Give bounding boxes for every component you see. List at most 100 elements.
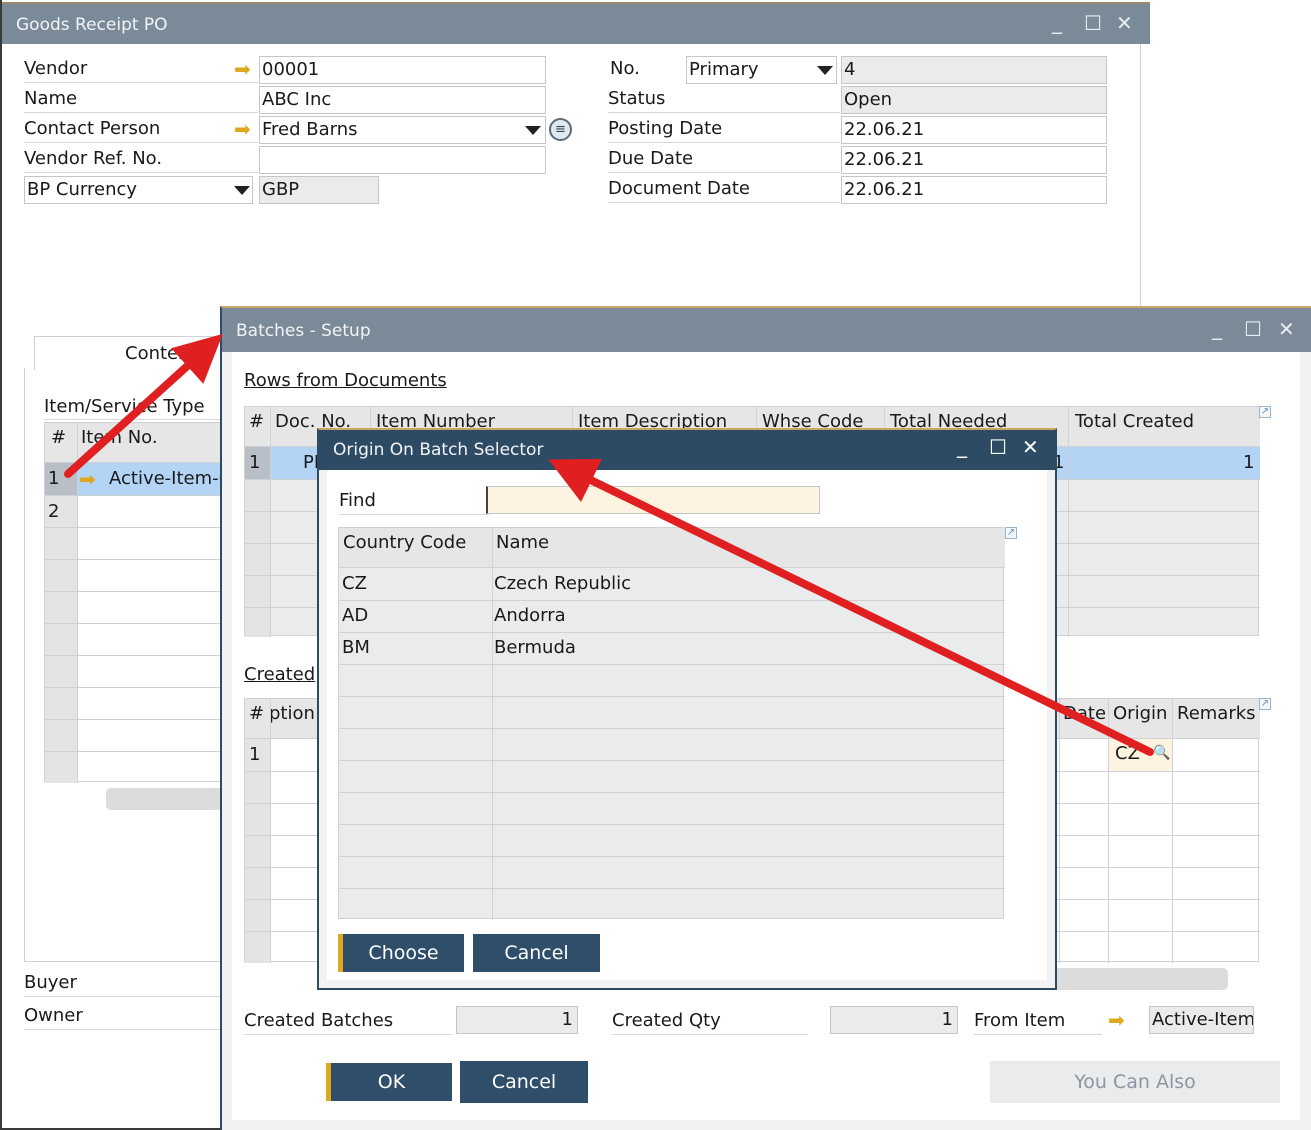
close-icon[interactable]: ✕ <box>1116 13 1133 33</box>
series-select[interactable]: Primary <box>686 56 837 84</box>
created-batches-link[interactable]: Created <box>244 664 315 685</box>
batches-header-date[interactable]: Date <box>1063 703 1106 724</box>
origin-cell[interactable]: CZ 🔍 <box>1109 739 1172 771</box>
grid-row-line <box>339 856 1005 857</box>
vendor-link-arrow-icon[interactable]: ➡ <box>234 59 251 79</box>
maximize-icon[interactable]: ☐ <box>989 437 1007 457</box>
contact-link-arrow-icon[interactable]: ➡ <box>234 119 251 139</box>
batches-grid-expand-icon[interactable]: ↗ <box>1259 698 1271 710</box>
country-code-cell: BM <box>342 637 370 658</box>
maximize-icon[interactable]: ☐ <box>1244 319 1262 339</box>
row-number: 2 <box>48 501 60 522</box>
header-name[interactable]: Name <box>496 532 549 553</box>
grid-row-line <box>45 527 225 528</box>
contact-list-icon[interactable]: ≡ <box>549 118 572 141</box>
find-input[interactable] <box>486 486 820 514</box>
grid-column-line <box>270 699 271 963</box>
you-can-also-button[interactable]: You Can Also <box>990 1061 1280 1103</box>
origin-title-bar[interactable]: Origin On Batch Selector _ ☐ ✕ <box>319 430 1055 470</box>
batches-header-num: # <box>249 703 265 724</box>
batches-header-description[interactable]: ption <box>269 703 315 724</box>
grid-row-line <box>339 632 1005 633</box>
bp-currency-select[interactable]: BP Currency <box>24 176 253 204</box>
country-code-cell: AD <box>342 605 369 626</box>
vendor-field[interactable]: 00001 <box>259 56 546 84</box>
header-country-code[interactable]: Country Code <box>343 532 466 553</box>
from-item-field: Active-Item <box>1149 1006 1254 1034</box>
grid-row-line <box>45 687 225 688</box>
grid-column-line <box>492 528 493 920</box>
contact-person-label: Contact Person <box>24 118 258 143</box>
name-label: Name <box>24 88 258 113</box>
search-icon[interactable]: 🔍 <box>1153 745 1170 761</box>
grid-row-line <box>45 655 225 656</box>
minimize-icon[interactable]: _ <box>1052 12 1062 32</box>
row-number: 1 <box>249 452 261 473</box>
batches-grid-scrollbar[interactable] <box>1048 968 1228 990</box>
ok-button[interactable]: OK <box>326 1063 452 1101</box>
created-batches-count-field: 1 <box>456 1006 578 1034</box>
from-item-label: From Item <box>974 1010 1102 1035</box>
rows-header-total-created[interactable]: Total Created <box>1075 411 1194 432</box>
from-item-link-arrow-icon[interactable]: ➡ <box>1108 1010 1125 1030</box>
list-item[interactable]: CZ Czech Republic <box>339 568 1005 600</box>
bp-currency-label: BP Currency <box>27 179 138 200</box>
right-divider <box>1140 44 1141 306</box>
close-icon[interactable]: ✕ <box>1022 437 1039 457</box>
contact-person-field[interactable]: Fred Barns <box>259 116 546 144</box>
origin-value: CZ <box>1115 743 1140 764</box>
minimize-icon[interactable]: _ <box>957 436 967 456</box>
goods-receipt-title-bar[interactable]: Goods Receipt PO _ ☐ ✕ <box>2 2 1150 44</box>
currency-field: GBP <box>259 176 379 204</box>
due-date-field[interactable]: 22.06.21 <box>841 146 1107 174</box>
grid-header-item-no[interactable]: Item No. <box>81 427 158 448</box>
list-item[interactable]: AD Andorra <box>339 600 1005 632</box>
table-row[interactable]: 2 <box>45 495 225 527</box>
rows-from-documents-link[interactable]: Rows from Documents <box>244 370 447 391</box>
item-grid: # Item No. 1 ➡ Active-Item-0 2 <box>44 422 230 783</box>
origin-selector-dialog: Origin On Batch Selector _ ☐ ✕ Find Coun… <box>317 428 1057 990</box>
vendor-ref-field[interactable] <box>259 146 546 174</box>
tab-contents[interactable]: Contents <box>34 336 224 370</box>
name-field[interactable]: ABC Inc <box>259 86 546 114</box>
origin-dialog-title: Origin On Batch Selector <box>333 440 544 460</box>
item-link-arrow-icon[interactable]: ➡ <box>79 469 96 489</box>
grid-column-line <box>1172 699 1173 963</box>
document-date-label: Document Date <box>608 178 840 203</box>
posting-date-label: Posting Date <box>608 118 840 143</box>
rows-grid-expand-icon[interactable]: ↗ <box>1259 406 1271 418</box>
country-grid-expand-icon[interactable]: ↗ <box>1005 527 1017 539</box>
series-dropdown-icon[interactable] <box>817 66 833 75</box>
item-type-label: Item/Service Type <box>44 396 224 420</box>
batches-header-origin[interactable]: Origin <box>1113 703 1167 724</box>
grid-row-line <box>45 719 225 720</box>
table-row[interactable]: 1 ➡ Active-Item-0 <box>45 463 230 495</box>
batches-grid-rownum-col <box>245 739 270 963</box>
row-number: 1 <box>48 468 60 489</box>
cancel-button[interactable]: Cancel <box>460 1061 588 1103</box>
grid-row-line <box>45 591 225 592</box>
minimize-icon[interactable]: _ <box>1212 318 1222 338</box>
item-grid-scrollbar[interactable] <box>106 788 224 810</box>
grid-row-line <box>339 728 1005 729</box>
grid-row-line <box>339 792 1005 793</box>
batches-title-bar[interactable]: Batches - Setup _ ☐ ✕ <box>222 308 1311 352</box>
contact-dropdown-arrow-icon[interactable] <box>525 126 541 135</box>
document-date-field[interactable]: 22.06.21 <box>841 176 1107 204</box>
list-item[interactable]: BM Bermuda <box>339 632 1005 664</box>
batches-header-remarks[interactable]: Remarks <box>1177 703 1256 724</box>
grid-row-line <box>339 888 1005 889</box>
country-name-cell: Czech Republic <box>494 573 632 594</box>
grid-row-line <box>339 664 1005 665</box>
item-number-cell[interactable]: Active-Item-0 <box>109 468 230 489</box>
created-batches-count-label: Created Batches <box>244 1010 452 1035</box>
choose-button[interactable]: Choose <box>338 934 464 972</box>
owner-label: Owner <box>24 1005 224 1030</box>
posting-date-field[interactable]: 22.06.21 <box>841 116 1107 144</box>
grid-header-num: # <box>51 427 67 448</box>
maximize-icon[interactable]: ☐ <box>1084 13 1102 33</box>
vendor-label: Vendor <box>24 58 258 83</box>
origin-cancel-button[interactable]: Cancel <box>473 934 600 972</box>
close-icon[interactable]: ✕ <box>1278 319 1295 339</box>
bp-currency-dropdown-icon[interactable] <box>234 186 250 195</box>
